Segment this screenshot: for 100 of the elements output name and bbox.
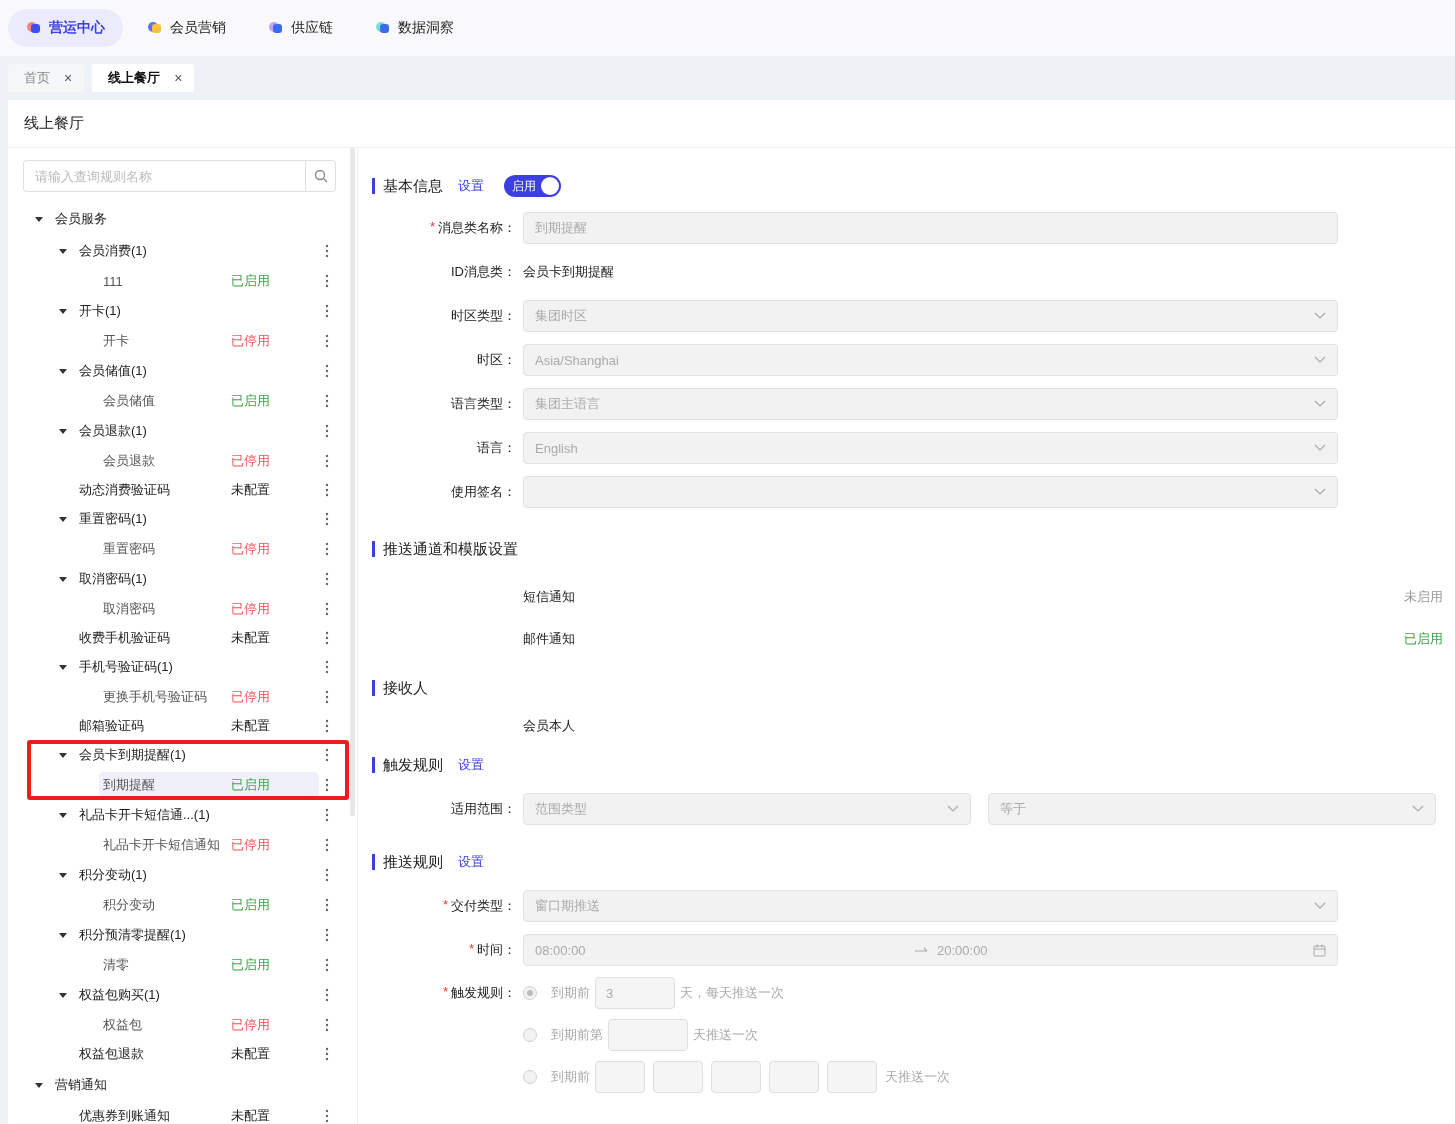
more-icon[interactable] — [325, 334, 329, 348]
tree-item[interactable]: 收费手机验证码 未配置 — [79, 625, 319, 651]
more-icon[interactable] — [325, 1018, 329, 1032]
more-icon[interactable] — [325, 838, 329, 852]
tree-item[interactable]: 会员储值(1) — [79, 358, 319, 384]
more-icon[interactable] — [325, 602, 329, 616]
caret-icon[interactable] — [35, 215, 43, 223]
caret-icon[interactable] — [59, 515, 67, 523]
radio-button[interactable] — [523, 986, 537, 1000]
caret-icon[interactable] — [59, 247, 67, 255]
tree-item[interactable]: 权益包购买(1) — [79, 982, 319, 1008]
input-field[interactable] — [653, 1061, 703, 1093]
tree-item[interactable]: 权益包 已停用 — [103, 1012, 319, 1038]
settings-link[interactable]: 设置 — [458, 853, 484, 871]
more-icon[interactable] — [325, 1047, 329, 1061]
nav-tab[interactable]: 数据洞察 — [357, 9, 472, 47]
tree-item[interactable]: 积分预清零提醒(1) — [79, 922, 319, 948]
radio-button[interactable] — [523, 1070, 537, 1084]
caret-icon[interactable] — [59, 931, 67, 939]
more-icon[interactable] — [325, 394, 329, 408]
caret-icon[interactable] — [59, 811, 67, 819]
tree-item[interactable]: 重置密码(1) — [79, 506, 319, 532]
settings-link[interactable]: 设置 — [458, 177, 484, 195]
more-icon[interactable] — [325, 244, 329, 258]
more-icon[interactable] — [325, 454, 329, 468]
search-icon[interactable] — [313, 169, 328, 183]
tree-item[interactable]: 会员卡到期提醒(1) — [79, 742, 319, 768]
tree-item[interactable]: 营销通知 — [55, 1072, 329, 1098]
tree-item[interactable]: 邮箱验证码 未配置 — [79, 713, 319, 739]
more-icon[interactable] — [325, 512, 329, 526]
tree-item[interactable]: 会员储值 已启用 — [103, 388, 319, 414]
tree-item[interactable]: 开卡 已停用 — [103, 328, 319, 354]
settings-link[interactable]: 设置 — [458, 756, 484, 774]
nav-tab[interactable]: 会员营销 — [129, 9, 244, 47]
nav-tab[interactable]: 供应链 — [250, 9, 351, 47]
caret-icon[interactable] — [59, 307, 67, 315]
more-icon[interactable] — [325, 364, 329, 378]
input-field[interactable] — [711, 1061, 761, 1093]
page-tab[interactable]: 线上餐厅 × — [92, 64, 195, 92]
caret-icon[interactable] — [35, 1081, 43, 1089]
tree-item[interactable]: 动态消费验证码 未配置 — [79, 477, 319, 503]
tree-item[interactable]: 重置密码 已停用 — [103, 536, 319, 562]
more-icon[interactable] — [325, 690, 329, 704]
tree-item[interactable]: 清零 已启用 — [103, 952, 319, 978]
field-label: 适用范围： — [451, 800, 516, 818]
more-icon[interactable] — [325, 958, 329, 972]
more-icon[interactable] — [325, 988, 329, 1002]
caret-icon[interactable] — [59, 427, 67, 435]
input-field[interactable] — [769, 1061, 819, 1093]
tree-item[interactable]: 权益包退款 未配置 — [79, 1041, 319, 1067]
tree-item[interactable]: 礼品卡开卡短信通知 已停用 — [103, 832, 319, 858]
close-icon[interactable]: × — [174, 70, 183, 86]
input-field[interactable] — [827, 1061, 877, 1093]
tree-item[interactable]: 手机号验证码(1) — [79, 654, 319, 680]
tree-item[interactable]: 优惠券到账通知 未配置 — [79, 1103, 319, 1124]
tree-item[interactable]: 会员服务 — [55, 206, 329, 232]
more-icon[interactable] — [325, 898, 329, 912]
more-icon[interactable] — [325, 631, 329, 645]
caret-icon[interactable] — [59, 575, 67, 583]
tree-item[interactable]: 积分变动 已启用 — [103, 892, 319, 918]
more-icon[interactable] — [325, 424, 329, 438]
more-icon[interactable] — [325, 808, 329, 822]
close-icon[interactable]: × — [64, 70, 73, 86]
radio-button[interactable] — [523, 1028, 537, 1042]
more-icon[interactable] — [325, 778, 329, 792]
tree-item[interactable]: 会员退款 已停用 — [103, 448, 319, 474]
more-icon[interactable] — [325, 719, 329, 733]
caret-icon[interactable] — [59, 871, 67, 879]
more-icon[interactable] — [325, 483, 329, 497]
tree-item[interactable]: 到期提醒 已启用 — [99, 772, 319, 798]
nav-tab[interactable]: 营运中心 — [8, 9, 123, 47]
tree-item[interactable]: 取消密码 已停用 — [103, 596, 319, 622]
tree-item[interactable]: 积分变动(1) — [79, 862, 319, 888]
more-icon[interactable] — [325, 572, 329, 586]
tree-item[interactable]: 更换手机号验证码 已停用 — [103, 684, 319, 710]
tree-item[interactable]: 礼品卡开卡短信通...(1) — [79, 802, 319, 828]
more-icon[interactable] — [325, 542, 329, 556]
input-field[interactable] — [595, 1061, 645, 1093]
search-button[interactable] — [305, 160, 336, 192]
toggle-switch[interactable]: 启用 — [504, 175, 561, 197]
more-icon[interactable] — [325, 660, 329, 674]
more-icon[interactable] — [325, 748, 329, 762]
scrollbar[interactable] — [350, 148, 355, 816]
page-tab[interactable]: 首页 × — [8, 64, 85, 92]
more-icon[interactable] — [325, 274, 329, 288]
more-icon[interactable] — [325, 304, 329, 318]
tree-item[interactable]: 开卡(1) — [79, 298, 319, 324]
more-icon[interactable] — [325, 1109, 329, 1123]
caret-icon[interactable] — [59, 991, 67, 999]
tree-item[interactable]: 取消密码(1) — [79, 566, 319, 592]
caret-icon[interactable] — [59, 751, 67, 759]
caret-icon[interactable] — [59, 367, 67, 375]
more-icon[interactable] — [325, 868, 329, 882]
caret-icon[interactable] — [59, 663, 67, 671]
input-field[interactable] — [608, 1019, 688, 1051]
tree-item[interactable]: 111 已启用 — [103, 268, 319, 294]
search-field[interactable]: 请输入查询规则名称 — [23, 160, 305, 192]
tree-item[interactable]: 会员退款(1) — [79, 418, 319, 444]
tree-item[interactable]: 会员消费(1) — [79, 238, 319, 264]
more-icon[interactable] — [325, 928, 329, 942]
